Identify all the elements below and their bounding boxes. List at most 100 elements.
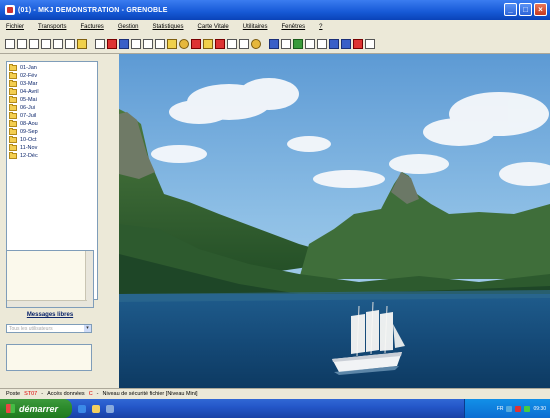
new-doc-icon[interactable] xyxy=(29,38,39,49)
chart-icon[interactable] xyxy=(251,38,261,49)
list-item[interactable]: 06-Jui xyxy=(7,104,97,112)
calculator-icon[interactable] xyxy=(329,38,339,49)
list-item[interactable]: 07-Juil xyxy=(7,112,97,120)
status-bar: Poste ST07 - Accès données C - Niveau de… xyxy=(0,388,550,399)
menu-fenetres[interactable]: Fenêtres xyxy=(281,24,305,30)
menu-bar: Fichier Transports Factures Gestion Stat… xyxy=(0,20,550,34)
list-item[interactable]: 12-Déc xyxy=(7,152,97,160)
ie-icon[interactable] xyxy=(78,404,86,413)
close-button[interactable]: × xyxy=(534,3,547,16)
status-poste-value: ST07 xyxy=(24,391,38,397)
folder-icon xyxy=(9,144,17,151)
taskbar: démarrer FR 09:30 xyxy=(0,399,550,418)
preview-icon[interactable] xyxy=(65,38,75,49)
taxi-icon[interactable] xyxy=(107,38,117,49)
list-item[interactable]: 01-Jan xyxy=(7,64,97,72)
list-item[interactable]: 02-Fév xyxy=(7,72,97,80)
folder-icon xyxy=(9,128,17,135)
list-item[interactable]: 09-Sep xyxy=(7,128,97,136)
menu-carte-vitale[interactable]: Carte Vitale xyxy=(198,24,229,30)
folder-icon xyxy=(9,64,17,71)
maximize-button[interactable]: □ xyxy=(519,3,532,16)
antivirus-icon[interactable] xyxy=(515,405,522,412)
truck-icon[interactable] xyxy=(131,38,141,49)
volume-icon[interactable] xyxy=(524,405,531,412)
menu-utilitaires[interactable]: Utilitaires xyxy=(243,24,268,30)
clock[interactable]: 09:30 xyxy=(533,406,546,412)
print-icon[interactable] xyxy=(53,38,63,49)
phone-icon[interactable] xyxy=(143,38,153,49)
folder-icon xyxy=(9,96,17,103)
list-item[interactable]: 08-Aou xyxy=(7,120,97,128)
list-item[interactable]: 10-Oct xyxy=(7,136,97,144)
money-icon[interactable] xyxy=(179,38,189,49)
background-image xyxy=(119,54,550,388)
exit-icon[interactable] xyxy=(317,38,327,49)
stats-icon[interactable] xyxy=(239,38,249,49)
folder-icon[interactable] xyxy=(92,404,100,413)
status-acces-value: C xyxy=(88,391,93,397)
list-item[interactable]: 03-Mar xyxy=(7,80,97,88)
minimize-button[interactable]: _ xyxy=(504,3,517,16)
menu-fichier[interactable]: Fichier xyxy=(6,24,24,30)
start-button[interactable]: démarrer xyxy=(0,399,72,418)
list-item[interactable]: 05-Mai xyxy=(7,96,97,104)
windows-logo-icon xyxy=(6,404,15,413)
language-indicator[interactable]: FR xyxy=(497,406,504,412)
folder-icon xyxy=(9,112,17,119)
open-folder-icon[interactable] xyxy=(77,38,87,49)
stop-icon[interactable] xyxy=(353,38,363,49)
car-icon[interactable] xyxy=(119,38,129,49)
messages-title[interactable]: Messages libres xyxy=(0,312,100,318)
status-niveau: Niveau de sécurité fichier [Niveau Mini] xyxy=(102,391,198,397)
horizontal-scrollbar[interactable] xyxy=(7,300,87,307)
menu-help[interactable]: ? xyxy=(319,24,322,30)
status-acces-label: Accès données xyxy=(47,391,85,397)
key-icon[interactable] xyxy=(167,38,177,49)
new-doc-icon[interactable] xyxy=(17,38,27,49)
save-icon[interactable] xyxy=(41,38,51,49)
message-box[interactable] xyxy=(6,250,94,308)
window-controls: _ □ × xyxy=(504,3,547,16)
system-tray: FR 09:30 xyxy=(464,399,550,418)
ambulance-icon[interactable] xyxy=(95,38,105,49)
clock-icon[interactable] xyxy=(227,38,237,49)
network-icon[interactable] xyxy=(341,38,351,49)
globe-icon[interactable] xyxy=(215,38,225,49)
menu-statistiques[interactable]: Statistiques xyxy=(153,24,184,30)
list-item[interactable]: 11-Nov xyxy=(7,144,97,152)
hospital-icon[interactable] xyxy=(203,38,213,49)
menu-gestion[interactable]: Gestion xyxy=(118,24,139,30)
folder-icon xyxy=(9,72,17,79)
app-icon[interactable] xyxy=(5,5,15,15)
folder-icon xyxy=(9,136,17,143)
calendar-icon[interactable] xyxy=(155,38,165,49)
vertical-scrollbar[interactable] xyxy=(85,251,93,307)
menu-factures[interactable]: Factures xyxy=(80,24,103,30)
folder-icon xyxy=(9,120,17,127)
network-icon[interactable] xyxy=(506,405,513,412)
folder-icon xyxy=(9,80,17,87)
help-icon[interactable] xyxy=(305,38,315,49)
menu-transports[interactable]: Transports xyxy=(38,24,66,30)
message-input[interactable] xyxy=(6,344,92,371)
window-title: (01) - MKJ DEMONSTRATION - GRENOBLE xyxy=(18,6,168,14)
status-poste-label: Poste xyxy=(6,391,21,397)
folder-icon xyxy=(9,104,17,111)
title-bar: (01) - MKJ DEMONSTRATION - GRENOBLE _ □ … xyxy=(0,0,550,20)
mail-icon[interactable] xyxy=(293,38,303,49)
list-item[interactable]: 04-Avril xyxy=(7,88,97,96)
card-icon[interactable] xyxy=(269,38,279,49)
user-select[interactable]: Tous les utilisateurs ▾ xyxy=(6,324,92,333)
screen-icon[interactable] xyxy=(281,38,291,49)
start-label: démarrer xyxy=(19,403,59,414)
desktop-icon[interactable] xyxy=(106,404,114,413)
user-icon[interactable] xyxy=(191,38,201,49)
folder-icon xyxy=(9,152,17,159)
new-doc-icon[interactable] xyxy=(5,38,15,49)
left-panel: 01-Jan 02-Fév 03-Mar 04-Avril 05-Mai 06-… xyxy=(0,54,119,388)
tools-icon[interactable] xyxy=(365,38,375,49)
folder-icon xyxy=(9,88,17,95)
toolbar xyxy=(0,34,550,54)
chevron-down-icon[interactable]: ▾ xyxy=(84,325,91,332)
